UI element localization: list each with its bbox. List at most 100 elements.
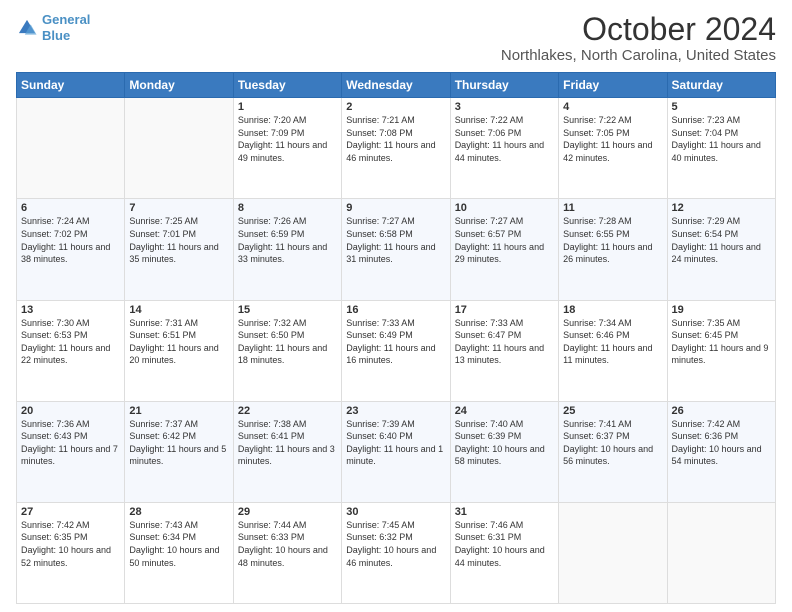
day-number: 1 — [238, 101, 337, 113]
table-row: 15Sunrise: 7:32 AMSunset: 6:50 PMDayligh… — [233, 300, 341, 401]
col-saturday: Saturday — [667, 73, 775, 98]
day-number: 14 — [129, 304, 228, 316]
table-row: 28Sunrise: 7:43 AMSunset: 6:34 PMDayligh… — [125, 502, 233, 603]
day-number: 19 — [672, 304, 771, 316]
day-info: Sunrise: 7:33 AMSunset: 6:49 PMDaylight:… — [346, 317, 445, 367]
day-info: Sunrise: 7:39 AMSunset: 6:40 PMDaylight:… — [346, 418, 445, 468]
calendar-week-row: 13Sunrise: 7:30 AMSunset: 6:53 PMDayligh… — [17, 300, 776, 401]
day-info: Sunrise: 7:34 AMSunset: 6:46 PMDaylight:… — [563, 317, 662, 367]
day-number: 22 — [238, 405, 337, 417]
table-row: 3Sunrise: 7:22 AMSunset: 7:06 PMDaylight… — [450, 98, 558, 199]
day-info: Sunrise: 7:44 AMSunset: 6:33 PMDaylight:… — [238, 519, 337, 569]
logo-icon — [16, 17, 38, 39]
table-row: 23Sunrise: 7:39 AMSunset: 6:40 PMDayligh… — [342, 401, 450, 502]
day-number: 5 — [672, 101, 771, 113]
day-info: Sunrise: 7:41 AMSunset: 6:37 PMDaylight:… — [563, 418, 662, 468]
day-number: 13 — [21, 304, 120, 316]
day-info: Sunrise: 7:43 AMSunset: 6:34 PMDaylight:… — [129, 519, 228, 569]
col-thursday: Thursday — [450, 73, 558, 98]
day-info: Sunrise: 7:40 AMSunset: 6:39 PMDaylight:… — [455, 418, 554, 468]
day-info: Sunrise: 7:21 AMSunset: 7:08 PMDaylight:… — [346, 114, 445, 164]
day-info: Sunrise: 7:42 AMSunset: 6:36 PMDaylight:… — [672, 418, 771, 468]
day-info: Sunrise: 7:31 AMSunset: 6:51 PMDaylight:… — [129, 317, 228, 367]
table-row: 1Sunrise: 7:20 AMSunset: 7:09 PMDaylight… — [233, 98, 341, 199]
day-info: Sunrise: 7:38 AMSunset: 6:41 PMDaylight:… — [238, 418, 337, 468]
logo: General Blue — [16, 12, 90, 43]
day-number: 11 — [563, 202, 662, 214]
table-row: 12Sunrise: 7:29 AMSunset: 6:54 PMDayligh… — [667, 199, 775, 300]
day-info: Sunrise: 7:45 AMSunset: 6:32 PMDaylight:… — [346, 519, 445, 569]
table-row: 25Sunrise: 7:41 AMSunset: 6:37 PMDayligh… — [559, 401, 667, 502]
title-block: October 2024 Northlakes, North Carolina,… — [501, 12, 776, 64]
calendar-header-row: Sunday Monday Tuesday Wednesday Thursday… — [17, 73, 776, 98]
day-number: 6 — [21, 202, 120, 214]
day-info: Sunrise: 7:27 AMSunset: 6:57 PMDaylight:… — [455, 215, 554, 265]
table-row: 31Sunrise: 7:46 AMSunset: 6:31 PMDayligh… — [450, 502, 558, 603]
table-row: 29Sunrise: 7:44 AMSunset: 6:33 PMDayligh… — [233, 502, 341, 603]
table-row — [17, 98, 125, 199]
table-row: 2Sunrise: 7:21 AMSunset: 7:08 PMDaylight… — [342, 98, 450, 199]
table-row: 19Sunrise: 7:35 AMSunset: 6:45 PMDayligh… — [667, 300, 775, 401]
table-row: 26Sunrise: 7:42 AMSunset: 6:36 PMDayligh… — [667, 401, 775, 502]
col-sunday: Sunday — [17, 73, 125, 98]
table-row: 22Sunrise: 7:38 AMSunset: 6:41 PMDayligh… — [233, 401, 341, 502]
table-row: 7Sunrise: 7:25 AMSunset: 7:01 PMDaylight… — [125, 199, 233, 300]
table-row: 10Sunrise: 7:27 AMSunset: 6:57 PMDayligh… — [450, 199, 558, 300]
page: General Blue October 2024 Northlakes, No… — [0, 0, 792, 612]
logo-line2: Blue — [42, 28, 70, 43]
table-row: 24Sunrise: 7:40 AMSunset: 6:39 PMDayligh… — [450, 401, 558, 502]
day-info: Sunrise: 7:22 AMSunset: 7:05 PMDaylight:… — [563, 114, 662, 164]
day-number: 18 — [563, 304, 662, 316]
day-number: 8 — [238, 202, 337, 214]
table-row: 18Sunrise: 7:34 AMSunset: 6:46 PMDayligh… — [559, 300, 667, 401]
day-number: 2 — [346, 101, 445, 113]
col-tuesday: Tuesday — [233, 73, 341, 98]
day-number: 29 — [238, 506, 337, 518]
table-row: 6Sunrise: 7:24 AMSunset: 7:02 PMDaylight… — [17, 199, 125, 300]
day-number: 30 — [346, 506, 445, 518]
day-number: 24 — [455, 405, 554, 417]
day-info: Sunrise: 7:25 AMSunset: 7:01 PMDaylight:… — [129, 215, 228, 265]
col-wednesday: Wednesday — [342, 73, 450, 98]
subtitle: Northlakes, North Carolina, United State… — [501, 47, 776, 64]
day-number: 27 — [21, 506, 120, 518]
table-row: 5Sunrise: 7:23 AMSunset: 7:04 PMDaylight… — [667, 98, 775, 199]
header: General Blue October 2024 Northlakes, No… — [16, 12, 776, 64]
table-row: 9Sunrise: 7:27 AMSunset: 6:58 PMDaylight… — [342, 199, 450, 300]
day-number: 25 — [563, 405, 662, 417]
col-monday: Monday — [125, 73, 233, 98]
table-row: 30Sunrise: 7:45 AMSunset: 6:32 PMDayligh… — [342, 502, 450, 603]
table-row: 11Sunrise: 7:28 AMSunset: 6:55 PMDayligh… — [559, 199, 667, 300]
day-number: 9 — [346, 202, 445, 214]
day-info: Sunrise: 7:27 AMSunset: 6:58 PMDaylight:… — [346, 215, 445, 265]
table-row — [125, 98, 233, 199]
day-info: Sunrise: 7:30 AMSunset: 6:53 PMDaylight:… — [21, 317, 120, 367]
day-number: 17 — [455, 304, 554, 316]
table-row — [667, 502, 775, 603]
table-row: 4Sunrise: 7:22 AMSunset: 7:05 PMDaylight… — [559, 98, 667, 199]
day-number: 7 — [129, 202, 228, 214]
day-number: 26 — [672, 405, 771, 417]
table-row: 17Sunrise: 7:33 AMSunset: 6:47 PMDayligh… — [450, 300, 558, 401]
day-number: 28 — [129, 506, 228, 518]
logo-line1: General — [42, 12, 90, 27]
day-number: 20 — [21, 405, 120, 417]
logo-text: General Blue — [42, 12, 90, 43]
day-info: Sunrise: 7:37 AMSunset: 6:42 PMDaylight:… — [129, 418, 228, 468]
calendar-week-row: 20Sunrise: 7:36 AMSunset: 6:43 PMDayligh… — [17, 401, 776, 502]
day-number: 21 — [129, 405, 228, 417]
day-info: Sunrise: 7:29 AMSunset: 6:54 PMDaylight:… — [672, 215, 771, 265]
calendar-week-row: 1Sunrise: 7:20 AMSunset: 7:09 PMDaylight… — [17, 98, 776, 199]
day-number: 15 — [238, 304, 337, 316]
table-row: 20Sunrise: 7:36 AMSunset: 6:43 PMDayligh… — [17, 401, 125, 502]
table-row: 14Sunrise: 7:31 AMSunset: 6:51 PMDayligh… — [125, 300, 233, 401]
day-info: Sunrise: 7:20 AMSunset: 7:09 PMDaylight:… — [238, 114, 337, 164]
table-row: 8Sunrise: 7:26 AMSunset: 6:59 PMDaylight… — [233, 199, 341, 300]
day-number: 16 — [346, 304, 445, 316]
day-info: Sunrise: 7:35 AMSunset: 6:45 PMDaylight:… — [672, 317, 771, 367]
day-info: Sunrise: 7:32 AMSunset: 6:50 PMDaylight:… — [238, 317, 337, 367]
day-info: Sunrise: 7:33 AMSunset: 6:47 PMDaylight:… — [455, 317, 554, 367]
table-row: 27Sunrise: 7:42 AMSunset: 6:35 PMDayligh… — [17, 502, 125, 603]
day-number: 10 — [455, 202, 554, 214]
calendar-week-row: 27Sunrise: 7:42 AMSunset: 6:35 PMDayligh… — [17, 502, 776, 603]
